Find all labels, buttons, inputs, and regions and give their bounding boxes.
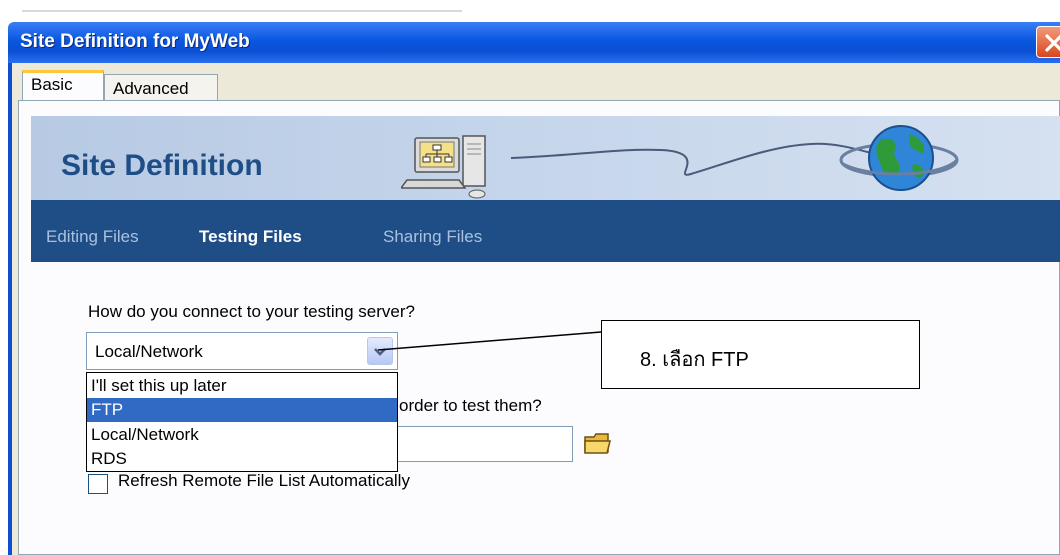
title-bar[interactable]: Site Definition for MyWeb [8, 22, 1060, 63]
option-rds[interactable]: RDS [87, 447, 397, 471]
tab-advanced-label: Advanced [113, 79, 189, 98]
dropdown-arrow-button[interactable] [367, 337, 393, 365]
background-window-strip [0, 0, 1060, 22]
globe-icon [839, 125, 959, 191]
testing-folder-input[interactable] [396, 426, 573, 462]
tab-advanced[interactable]: Advanced [104, 74, 218, 101]
tab-basic-label: Basic [31, 75, 73, 94]
step-sharing-files[interactable]: Sharing Files [383, 227, 482, 247]
tab-basic[interactable]: Basic [22, 70, 104, 101]
option-ftp[interactable]: FTP [87, 398, 397, 422]
site-definition-banner: Site Definition [31, 116, 1060, 200]
connect-question-label: How do you connect to your testing serve… [88, 302, 415, 321]
wizard-step-nav: Editing Files Testing Files Sharing File… [31, 200, 1060, 262]
refresh-checkbox-label: Refresh Remote File List Automatically [118, 471, 410, 490]
chevron-down-icon [374, 348, 386, 356]
computer-network-icon [401, 135, 486, 199]
folder-icon[interactable] [583, 430, 613, 458]
connection-type-select[interactable]: Local/Network [86, 332, 398, 370]
step-testing-files[interactable]: Testing Files [199, 227, 302, 247]
close-button[interactable] [1036, 26, 1060, 58]
close-icon [1045, 34, 1060, 52]
step-editing-files[interactable]: Editing Files [46, 227, 139, 247]
window-title: Site Definition for MyWeb [20, 31, 250, 52]
connection-type-value: Local/Network [95, 342, 203, 361]
option-local-network[interactable]: Local/Network [87, 423, 397, 447]
refresh-checkbox[interactable] [88, 474, 108, 494]
folder-question-label: order to test them? [399, 396, 542, 415]
option-set-up-later[interactable]: I'll set this up later [87, 374, 397, 398]
connection-type-listbox[interactable]: I'll set this up later FTP Local/Network… [86, 372, 398, 472]
banner-title: Site Definition [61, 149, 263, 182]
instruction-callout: 8. เลือก FTP [601, 320, 920, 389]
callout-text: 8. เลือก FTP [640, 349, 749, 371]
